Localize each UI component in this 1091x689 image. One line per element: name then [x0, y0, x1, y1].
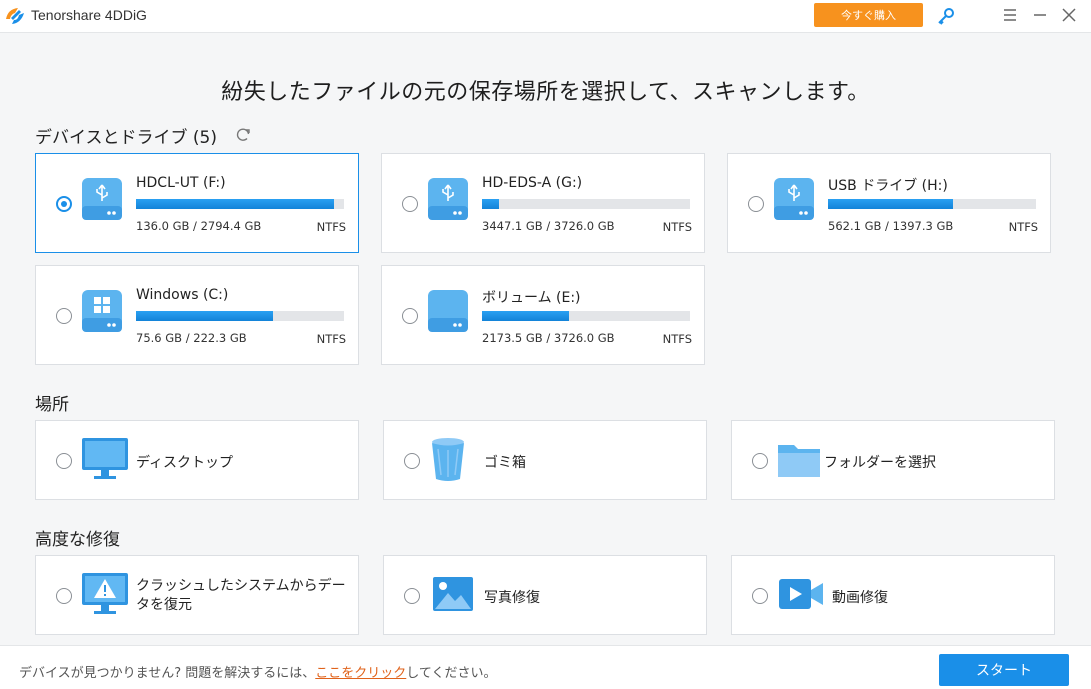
drive-filesystem: NTFS: [662, 332, 692, 346]
hard-disk-icon: [428, 290, 468, 332]
usb-drive-icon: [774, 178, 814, 220]
drive-usage-bar: [482, 311, 690, 321]
refresh-icon[interactable]: [234, 126, 252, 144]
repair-photo[interactable]: 写真修復: [383, 555, 707, 635]
drive-filesystem: NTFS: [316, 332, 346, 346]
key-icon[interactable]: [936, 6, 956, 26]
repair-label: クラッシュしたシステムからデー タを復元: [136, 577, 346, 615]
close-icon[interactable]: [1059, 5, 1079, 25]
drive-filesystem: NTFS: [1008, 220, 1038, 234]
drive-filesystem: NTFS: [662, 220, 692, 234]
location-recycle-bin[interactable]: ゴミ箱: [383, 420, 707, 500]
location-label: ゴミ箱: [484, 455, 526, 471]
drive-radio[interactable]: [402, 308, 418, 324]
repair-label-line1: クラッシュしたシステムからデー: [136, 578, 346, 594]
drive-card-g[interactable]: HD-EDS-A (G:) 3447.1 GB / 3726.0 GB NTFS: [381, 153, 705, 253]
location-desktop[interactable]: ディスクトップ: [35, 420, 359, 500]
location-radio[interactable]: [56, 453, 72, 469]
drive-radio[interactable]: [56, 308, 72, 324]
drive-card-h[interactable]: USB ドライブ (H:) 562.1 GB / 1397.3 GB NTFS: [727, 153, 1051, 253]
folder-icon: [778, 445, 820, 477]
app-title: Tenorshare 4DDiG: [31, 7, 147, 23]
recycle-bin-icon: [432, 438, 464, 481]
drive-usage-bar: [828, 199, 1036, 209]
drive-size: 562.1 GB / 1397.3 GB: [828, 219, 954, 233]
drive-name: ボリューム (E:): [482, 290, 581, 306]
location-label: フォルダーを選択: [824, 455, 936, 471]
repair-radio[interactable]: [404, 588, 420, 604]
footer-help-text: デバイスが見つかりません? 問題を解決するには、ここをクリックしてください。: [19, 662, 497, 681]
app-logo-icon: [6, 8, 24, 24]
footer-text-after: してください。: [406, 666, 497, 681]
repair-radio[interactable]: [752, 588, 768, 604]
location-select-folder[interactable]: フォルダーを選択: [731, 420, 1055, 500]
title-bar: Tenorshare 4DDiG 今すぐ購入: [0, 0, 1091, 33]
drive-radio[interactable]: [402, 196, 418, 212]
drive-usage-bar: [136, 199, 344, 209]
buy-now-button[interactable]: 今すぐ購入: [814, 3, 923, 27]
drive-name: USB ドライブ (H:): [828, 178, 948, 194]
windows-drive-icon: [82, 290, 122, 332]
drive-size: 2173.5 GB / 3726.0 GB: [482, 331, 615, 345]
location-label: ディスクトップ: [136, 455, 234, 471]
desktop-icon: [82, 438, 128, 479]
location-radio[interactable]: [752, 453, 768, 469]
crashed-system-icon: [82, 573, 128, 614]
repair-label: 動画修復: [832, 590, 888, 606]
video-icon: [779, 579, 823, 609]
repair-video[interactable]: 動画修復: [731, 555, 1055, 635]
drive-name: HDCL-UT (F:): [136, 175, 226, 191]
locations-section-title: 場所: [35, 395, 69, 415]
drive-radio[interactable]: [748, 196, 764, 212]
drive-card-f[interactable]: HDCL-UT (F:) 136.0 GB / 2794.4 GB NTFS: [35, 153, 359, 253]
repair-label: 写真修復: [484, 590, 540, 606]
drive-radio[interactable]: [56, 196, 72, 212]
footer: デバイスが見つかりません? 問題を解決するには、ここをクリックしてください。 ス…: [0, 645, 1091, 689]
repair-crashed-system[interactable]: クラッシュしたシステムからデー タを復元: [35, 555, 359, 635]
footer-text-before: デバイスが見つかりません? 問題を解決するには、: [19, 666, 316, 681]
drive-card-c[interactable]: Windows (C:) 75.6 GB / 222.3 GB NTFS: [35, 265, 359, 365]
menu-icon[interactable]: [1000, 5, 1020, 25]
devices-section-title: デバイスとドライブ (5): [35, 128, 217, 148]
drive-name: HD-EDS-A (G:): [482, 175, 583, 191]
drive-usage-bar: [136, 311, 344, 321]
page-title: 紛失したファイルの元の保存場所を選択して、スキャンします。: [221, 80, 870, 105]
drive-size: 136.0 GB / 2794.4 GB: [136, 219, 262, 233]
minimize-icon[interactable]: [1030, 5, 1050, 25]
drive-usage-bar: [482, 199, 690, 209]
drive-card-e[interactable]: ボリューム (E:) 2173.5 GB / 3726.0 GB NTFS: [381, 265, 705, 365]
usb-drive-icon: [428, 178, 468, 220]
drive-filesystem: NTFS: [316, 220, 346, 234]
location-radio[interactable]: [404, 453, 420, 469]
start-button[interactable]: スタート: [939, 654, 1069, 686]
repair-label-line2: タを復元: [136, 597, 192, 613]
drive-name: Windows (C:): [136, 287, 229, 303]
repair-radio[interactable]: [56, 588, 72, 604]
drive-size: 3447.1 GB / 3726.0 GB: [482, 219, 615, 233]
photo-icon: [433, 577, 473, 611]
drive-size: 75.6 GB / 222.3 GB: [136, 331, 247, 345]
usb-drive-icon: [82, 178, 122, 220]
advanced-section-title: 高度な修復: [35, 530, 120, 550]
click-here-link[interactable]: ここをクリック: [315, 666, 406, 681]
